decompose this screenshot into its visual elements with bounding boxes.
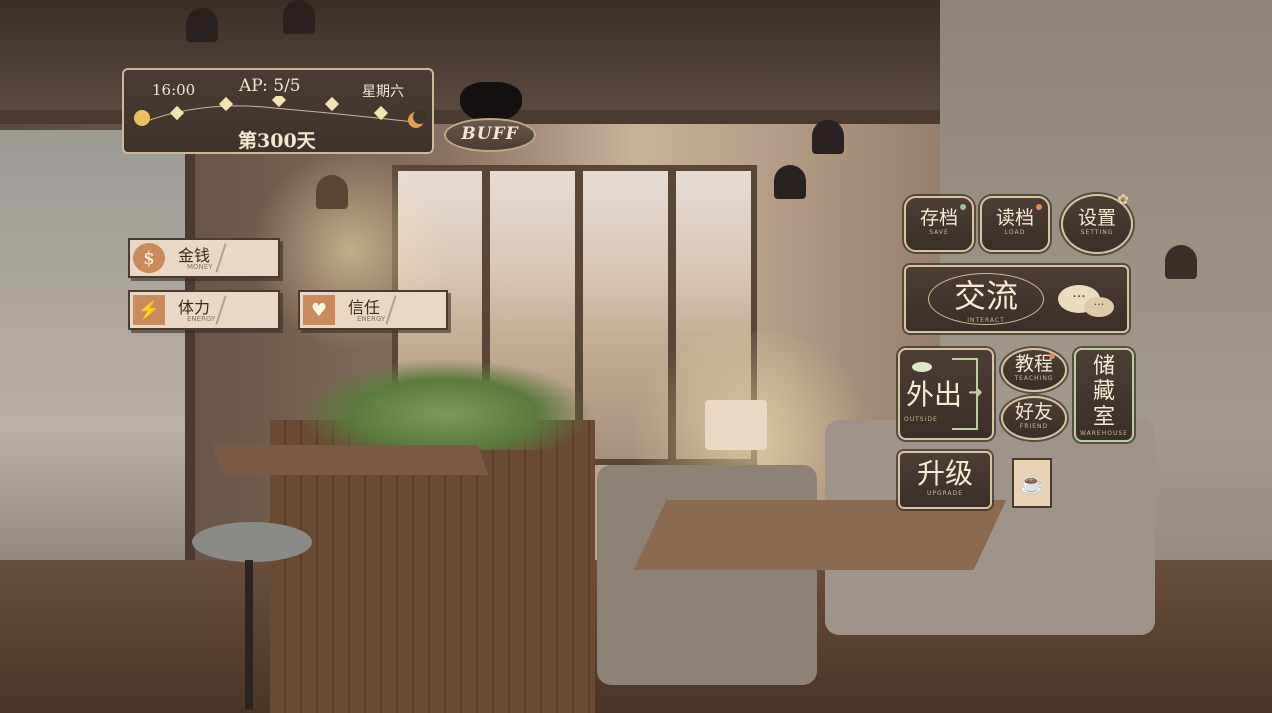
wall-sconce	[316, 175, 348, 209]
upgrade-sublabel: UPGRADE	[926, 489, 964, 497]
friend-label: 好友	[1014, 401, 1053, 423]
pendant-lamp	[283, 0, 315, 34]
settings-button[interactable]: 设置 SETTING ✿	[1061, 192, 1133, 254]
warehouse-button[interactable]: 储藏室 WAREHOUSE	[1074, 348, 1134, 442]
ap-value: 5/5	[273, 76, 301, 96]
outside-button[interactable]: 外出 OUTSIDE ➜	[898, 348, 994, 440]
load-sublabel: LOAD	[1004, 228, 1026, 236]
bar-stool-leg	[245, 560, 253, 710]
settings-sublabel: SETTING	[1080, 228, 1114, 236]
divider	[215, 295, 227, 325]
interact-button[interactable]: 交流 INTERACT ··· ···	[904, 265, 1129, 333]
coin-icon: $	[133, 243, 165, 273]
day-counter: 第300天	[238, 130, 316, 152]
divider	[385, 295, 397, 325]
upgrade-label: 升级	[916, 457, 973, 490]
save-sublabel: SAVE	[929, 228, 949, 236]
stat-money-sublabel: MONEY	[187, 263, 213, 271]
warehouse-label: 储藏室	[1092, 354, 1115, 430]
load-label: 读档	[995, 207, 1034, 229]
coffee-notebook-icon[interactable]: ☕	[1012, 458, 1052, 508]
stat-trust[interactable]: ♥ 信任 ENERGY	[298, 290, 448, 330]
bar-stool	[192, 522, 312, 562]
black-cat-icon	[460, 82, 522, 122]
leaf-icon	[912, 362, 932, 372]
teaching-button[interactable]: 教程 TEACHING	[1001, 348, 1067, 392]
save-button[interactable]: 存档 SAVE	[904, 196, 974, 252]
teaching-sublabel: TEACHING	[1014, 374, 1054, 382]
table-lamp	[705, 400, 767, 450]
stat-trust-sublabel: ENERGY	[357, 315, 386, 323]
load-button[interactable]: 读档 LOAD	[980, 196, 1050, 252]
pendant-lamp	[812, 120, 844, 154]
time-status-panel: 16:00 AP: 5/5 星期六 第300天	[122, 68, 434, 154]
stat-money[interactable]: $ 金钱 MONEY	[128, 238, 280, 278]
game-scene: 16:00 AP: 5/5 星期六 第300天 BUFF $ 金钱 MONEY …	[0, 0, 1272, 713]
gem-icon	[960, 204, 966, 210]
outside-sublabel: OUTSIDE	[904, 416, 938, 423]
gear-icon: ✿	[1117, 192, 1129, 208]
pendant-lamp	[774, 165, 806, 199]
lightning-icon: ⚡	[133, 295, 165, 325]
buff-button[interactable]: BUFF	[440, 82, 540, 158]
interact-label: 交流	[953, 277, 1018, 315]
coffee-table	[633, 500, 1007, 570]
chat-bubble-icon: ···	[1084, 297, 1114, 317]
heart-icon: ♥	[303, 295, 335, 325]
divider	[215, 243, 227, 273]
gem-icon	[1049, 353, 1055, 359]
gem-icon	[1036, 204, 1042, 210]
friend-sublabel: FRIEND	[1019, 422, 1049, 430]
buff-label: BUFF	[461, 124, 519, 144]
warehouse-sublabel: WAREHOUSE	[1080, 429, 1128, 437]
bar-counter	[212, 445, 489, 475]
plants	[300, 360, 590, 450]
teaching-label: 教程	[1014, 353, 1053, 375]
upgrade-button[interactable]: 升级 UPGRADE	[898, 451, 992, 509]
settings-label: 设置	[1077, 207, 1116, 229]
stat-energy[interactable]: ⚡ 体力 ENERGY	[128, 290, 280, 330]
arrow-right-icon: ➜	[968, 382, 984, 403]
save-label: 存档	[919, 207, 958, 229]
left-window	[0, 130, 195, 630]
friend-button[interactable]: 好友 FRIEND	[1001, 396, 1067, 440]
action-points: AP: 5/5	[239, 76, 301, 96]
pendant-lamp	[186, 8, 218, 42]
stat-energy-sublabel: ENERGY	[187, 315, 216, 323]
wall-sconce	[1165, 245, 1197, 279]
interact-sublabel: INTERACT	[967, 317, 1005, 324]
armchair	[597, 465, 817, 685]
day-progress-icon	[134, 96, 427, 128]
ap-label: AP:	[239, 76, 268, 96]
